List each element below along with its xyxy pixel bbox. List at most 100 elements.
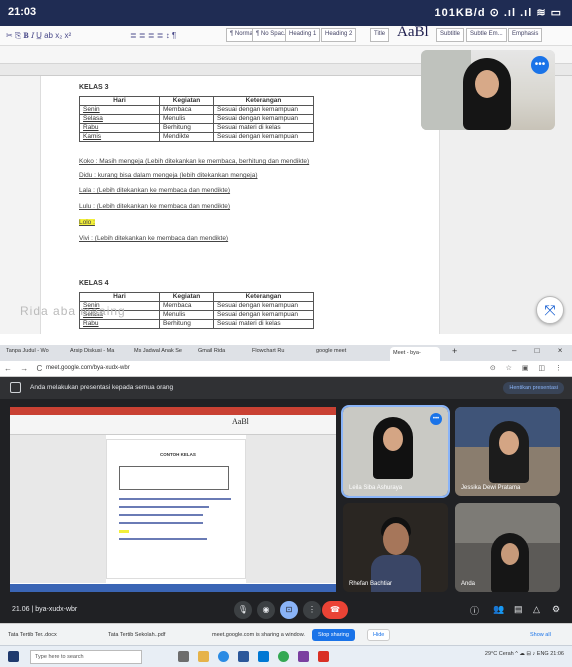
address-bar: ← → C meet.google.com/bya-xudx-wbr ⊙ ☆ ▣…: [0, 361, 572, 377]
taskbar-search-input[interactable]: Type here to search: [30, 650, 142, 664]
shared-doc-title: CONTOH KELAS: [160, 452, 196, 457]
col-hari: Hari: [79, 96, 160, 106]
more-options-icon[interactable]: ⋮: [303, 601, 321, 619]
table-cell: Membaca: [159, 105, 214, 115]
browser-tab[interactable]: Flowchart Ru: [252, 348, 310, 360]
present-screen-icon: [10, 382, 21, 393]
shared-text-line: [119, 514, 203, 516]
browser-tab[interactable]: google meet: [316, 348, 376, 360]
note-lulu: Lulu : (Lebih ditekankan ke membaca dan …: [79, 203, 231, 210]
style-heading-1[interactable]: Heading 1: [285, 28, 321, 42]
shared-table: [119, 466, 229, 490]
edge-icon[interactable]: [218, 651, 229, 662]
note-koko: Koko : Masih mengeja (Lebih ditekankan k…: [79, 158, 310, 165]
table-cell: Sesuai materi di kelas: [213, 123, 314, 133]
browser-tab[interactable]: Arsip Diskusi - Ma: [70, 348, 128, 360]
hide-button[interactable]: Hide: [367, 629, 391, 641]
participant-name: Rhefan Bachtiar: [349, 581, 393, 587]
new-tab-icon[interactable]: +: [452, 346, 464, 358]
table-row: Senin Membaca Sesuai dengan kemampuan: [79, 105, 314, 115]
browser-tab-bar: Tanpa Judul - Wo Arsip Diskusi - Ma Ms J…: [0, 345, 572, 361]
show-all-link[interactable]: Show all: [530, 629, 551, 641]
style-subtitle[interactable]: Subtitle: [436, 28, 465, 42]
participant-name: Jessika Dewi Pratama: [461, 485, 521, 491]
col-hari: Hari: [79, 292, 160, 302]
start-icon[interactable]: [8, 651, 19, 662]
browser-tab[interactable]: Ms Jadwal Anak Se: [134, 348, 192, 360]
style-emphasis[interactable]: Emphasis: [508, 28, 543, 42]
chat-icon[interactable]: ▤: [514, 604, 523, 615]
end-call-icon[interactable]: ☎: [322, 601, 348, 619]
schedule-table-kelas-3: Hari Kegiatan Keterangan Senin Membaca S…: [79, 96, 314, 142]
table-cell: Mendikte: [159, 132, 214, 142]
table-cell: Sesuai dengan kemampuan: [213, 132, 314, 142]
kelas-3-heading: KELAS 3: [79, 84, 109, 91]
app-icon[interactable]: [318, 651, 329, 662]
meet-control-bar: 21.06 | bya-xudx-wbr 🎙 ◉ ⊡ ⋮ ☎ ⓘ 👥 ▤ △ ⚙: [0, 597, 572, 623]
nav-buttons-icon[interactable]: ← → C: [4, 364, 45, 373]
camera-icon[interactable]: ◉: [257, 601, 275, 619]
windows-taskbar: Type here to search 29°C Cerah ^ ☁ ⊟ ♪ E…: [0, 645, 572, 667]
style-subtle-emphasis[interactable]: Subtle Em...: [466, 28, 507, 42]
browser-tab[interactable]: Gmail Rida: [198, 348, 246, 360]
mic-icon[interactable]: 🎙: [234, 601, 252, 619]
participant-tile[interactable]: ••• Leila Siba Ashuraya: [341, 405, 450, 498]
table-cell: Sesuai dengan kemampuan: [213, 310, 314, 320]
host-controls-icon[interactable]: ⚙: [552, 604, 560, 615]
word-icon[interactable]: [238, 651, 249, 662]
task-view-icon[interactable]: [178, 651, 189, 662]
shared-text-line: [119, 498, 231, 500]
stop-sharing-button[interactable]: Stop sharing: [312, 629, 355, 641]
paragraph-tools-icon[interactable]: ≣ ≣ ≣ ≣ ↕ ¶: [130, 31, 176, 40]
table-cell: Senin: [79, 105, 160, 115]
phone-screenshot: 21:03 101KB/d ⊙ .ıl .ıl ≋ ▭ ✂ ⎘ 𝐁 𝐼 U̲ a…: [0, 0, 572, 334]
present-screen-button-icon[interactable]: ⊡: [280, 601, 298, 619]
table-cell: Berhitung: [159, 123, 214, 133]
people-icon[interactable]: 👥: [493, 604, 504, 615]
shared-status-bar: [10, 584, 336, 592]
table-row: Rabu Berhitung Sesuai materi di kelas: [79, 123, 314, 133]
document-page[interactable]: KELAS 3 Hari Kegiatan Keterangan Senin M…: [40, 76, 440, 334]
file-explorer-icon[interactable]: [198, 651, 209, 662]
sharing-text: meet.google.com is sharing a window.: [212, 632, 305, 638]
participant-tile[interactable]: Rhefan Bachtiar: [343, 503, 448, 592]
shared-screen: AaBl CONTOH KELAS: [10, 407, 336, 592]
download-item[interactable]: Tata Tertib Ter..docx: [8, 629, 57, 641]
url-field[interactable]: meet.google.com/bya-xudx-wbr: [46, 365, 130, 371]
table-row: Rabu Berhitung Sesuai materi di kelas: [79, 319, 314, 329]
table-row: Selasa Menulis Sesuai dengan kemampuan: [79, 114, 314, 124]
window-controls-icon[interactable]: – □ ×: [512, 346, 568, 358]
floating-camera-preview[interactable]: •••: [421, 50, 555, 130]
participant-tile[interactable]: Jessika Dewi Pratama: [455, 407, 560, 496]
col-keterangan: Keterangan: [213, 96, 314, 106]
browser-toolbar-icons[interactable]: ⊙ ☆ ▣ ◫ ⋮: [490, 364, 566, 372]
kelas-4-heading: KELAS 4: [79, 280, 109, 287]
browser-tab-active[interactable]: Meet - bya-: [390, 347, 440, 361]
shared-text-line: [119, 538, 207, 540]
app-icon[interactable]: [298, 651, 309, 662]
shared-gutter-left: [10, 435, 106, 583]
table-cell: Sesuai dengan kemampuan: [213, 301, 314, 311]
phone-status-bar: 21:03 101KB/d ⊙ .ıl .ıl ≋ ▭: [0, 0, 572, 26]
info-icon[interactable]: ⓘ: [470, 604, 479, 617]
note-didu: Didu : kurang bisa dalam mengeja (lebih …: [79, 172, 258, 179]
phone-clock: 21:03: [8, 6, 37, 18]
style-preview-aabb: AaBl: [397, 24, 429, 40]
col-kegiatan: Kegiatan: [159, 96, 214, 106]
style-title[interactable]: Title: [370, 28, 390, 42]
chrome-icon[interactable]: [278, 651, 289, 662]
activities-icon[interactable]: △: [533, 604, 540, 615]
store-icon[interactable]: [258, 651, 269, 662]
browser-tab[interactable]: Tanpa Judul - Wo: [6, 348, 64, 360]
expand-fab-icon[interactable]: ⤧: [536, 296, 564, 324]
shared-highlight: [119, 530, 129, 533]
download-item[interactable]: Tata Tertib Sekolah..pdf: [108, 629, 165, 641]
desktop-screenshot: Tanpa Judul - Wo Arsip Diskusi - Ma Ms J…: [0, 345, 572, 667]
participant-tile[interactable]: Anda: [455, 503, 560, 592]
note-lala: Lala : (Lebih ditekankan ke membaca dan …: [79, 187, 231, 194]
table-cell: Sesuai materi di kelas: [213, 319, 314, 329]
stop-presenting-button[interactable]: Hentikan presentasi: [503, 382, 564, 394]
note-vivi: Vivi : (Lebih ditekankan ke membaca dan …: [79, 235, 229, 242]
style-heading-2[interactable]: Heading 2: [321, 28, 357, 42]
font-tools-icon[interactable]: ✂ ⎘ 𝐁 𝐼 U̲ ab x₂ x²: [6, 31, 71, 41]
